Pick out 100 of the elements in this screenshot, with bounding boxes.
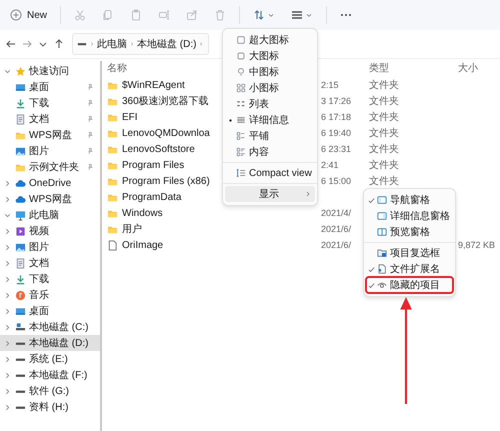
nav-item[interactable]: 视频	[0, 223, 100, 239]
nav-item[interactable]: 桌面	[0, 303, 100, 319]
menu-item[interactable]: 平铺	[225, 128, 315, 144]
type-cell: 文件夹	[369, 80, 399, 91]
nav-item[interactable]: 文档	[0, 111, 100, 127]
file-icon	[107, 240, 118, 250]
nav-item[interactable]: 软件 (G:)	[0, 383, 100, 399]
nav-item[interactable]: 系统 (E:)	[0, 351, 100, 367]
nav-item[interactable]: 桌面	[0, 79, 100, 95]
grid-icon	[236, 83, 246, 93]
desktop-icon	[15, 82, 26, 92]
menu-item[interactable]: 详细信息	[225, 112, 315, 128]
menu-item[interactable]: 小图标	[225, 80, 315, 96]
menu-item[interactable]: 显示	[225, 186, 315, 202]
pane-icon	[377, 195, 387, 205]
nav-item[interactable]: 示例文件夹	[0, 159, 100, 175]
menu-item[interactable]: 列表	[225, 96, 315, 112]
file-name[interactable]: ProgramData	[122, 192, 182, 202]
menu-item[interactable]: 内容	[225, 144, 315, 160]
menu-item[interactable]: 大图标	[225, 48, 315, 64]
nav-item[interactable]: 下载	[0, 271, 100, 287]
file-name[interactable]: Program Files	[122, 160, 184, 170]
rename-icon	[158, 9, 170, 21]
desktop-icon	[15, 306, 26, 316]
sort-icon	[253, 9, 266, 21]
menu-item[interactable]: Compact view	[225, 165, 315, 181]
nav-item[interactable]: WPS网盘	[0, 191, 100, 207]
menu-item[interactable]: 超大图标	[225, 32, 315, 48]
type-cell: 文件夹	[369, 112, 399, 123]
new-button[interactable]: New	[4, 5, 54, 25]
chevron-icon	[129, 41, 135, 47]
file-name[interactable]: LenovoQMDownloa	[122, 128, 210, 138]
file-name[interactable]: EFI	[122, 112, 138, 122]
type-cell: 文件夹	[369, 96, 399, 107]
menu-item[interactable]: 导航窗格	[366, 192, 453, 208]
square-icon	[236, 51, 246, 61]
file-name[interactable]: $WinREAgent	[122, 80, 185, 90]
nav-item[interactable]: 音乐	[0, 287, 100, 303]
scissors-icon	[74, 9, 86, 21]
nav-item[interactable]: 文档	[0, 255, 100, 271]
nav-item[interactable]: 图片	[0, 143, 100, 159]
pane-icon	[377, 227, 387, 237]
date-cell: 3 17:26	[321, 96, 352, 106]
breadcrumb[interactable]: 此电脑	[97, 37, 127, 51]
nav-item[interactable]: 本地磁盘 (C:)	[0, 319, 100, 335]
date-cell: 2021/4/	[321, 208, 352, 218]
checkbox-folder-icon	[377, 248, 387, 258]
breadcrumb[interactable]: 本地磁盘 (D:)	[137, 37, 196, 51]
nav-item[interactable]: 本地磁盘 (F:)	[0, 367, 100, 383]
up-arrow-icon	[53, 38, 65, 50]
square-icon	[236, 35, 246, 45]
drive-icon	[15, 322, 26, 332]
type-cell: 文件夹	[369, 160, 399, 171]
file-name[interactable]: OriImage	[122, 240, 164, 250]
column-header[interactable]: 类型	[361, 61, 458, 75]
nav-item[interactable]: 资料 (H:)	[0, 399, 100, 415]
nav-item[interactable]: 下载	[0, 95, 100, 111]
menu-item[interactable]: 预览窗格	[366, 224, 453, 240]
clipboard-icon	[130, 9, 142, 21]
copy-icon	[102, 9, 114, 21]
size-cell: 9,872 KB	[458, 240, 496, 250]
date-cell: 2:41	[321, 160, 339, 170]
nav-item[interactable]: 图片	[0, 239, 100, 255]
document-icon	[15, 114, 26, 124]
chevron-icon	[198, 41, 204, 47]
menu-item[interactable]: 中图标	[225, 64, 315, 80]
cloud-icon	[15, 194, 26, 204]
bulb-icon	[236, 67, 246, 77]
plus-icon	[10, 9, 22, 21]
file-name[interactable]: Windows	[122, 208, 163, 218]
file-name[interactable]: Program Files (x86)	[122, 176, 210, 186]
type-cell: 文件夹	[369, 176, 399, 187]
menu-item[interactable]: 详细信息窗格	[366, 208, 453, 224]
date-cell: 6 17:18	[321, 112, 352, 122]
video-icon	[15, 226, 26, 236]
nav-item[interactable]: OneDrive	[0, 175, 100, 191]
nav-item[interactable]: 此电脑	[0, 207, 100, 223]
nav-item[interactable]: WPS网盘	[0, 127, 100, 143]
file-name[interactable]: LenovoSoftstore	[122, 144, 195, 154]
menu-item[interactable]: 文件扩展名	[366, 261, 453, 277]
menu-item[interactable]: 隐藏的项目	[366, 277, 453, 293]
list-icon	[236, 99, 246, 109]
tiles-icon	[236, 131, 246, 141]
scrollbar[interactable]	[100, 61, 102, 431]
file-name[interactable]: 360极速浏览器下载	[122, 94, 209, 108]
type-cell: 文件夹	[369, 144, 399, 155]
caret-down-icon	[305, 11, 314, 19]
monitor-icon	[15, 210, 26, 220]
menu-item[interactable]: 项目复选框	[366, 245, 453, 261]
column-header[interactable]: 名称	[107, 61, 127, 75]
date-cell: 2:15	[321, 80, 339, 90]
address-bar[interactable]: 此电脑 本地磁盘 (D:)	[72, 33, 210, 55]
nav-item[interactable]: 本地磁盘 (D:)	[0, 335, 100, 351]
forward-arrow-icon	[21, 38, 33, 50]
column-header[interactable]: 大小	[458, 61, 500, 75]
caret-down-icon	[267, 11, 276, 19]
share-icon	[186, 9, 198, 21]
nav-item[interactable]: 快速访问	[0, 63, 100, 79]
pane-icon	[377, 211, 387, 221]
file-name[interactable]: 用户	[122, 222, 142, 236]
